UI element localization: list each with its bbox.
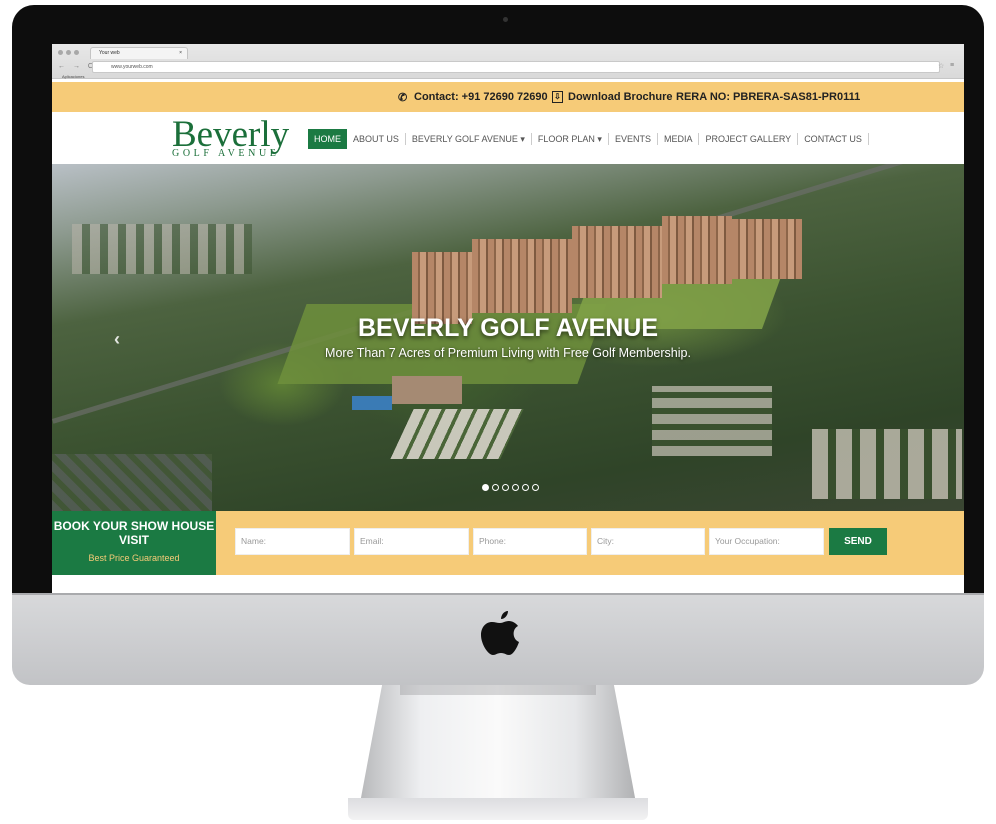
slider-dot[interactable] <box>532 484 539 491</box>
browser-tab[interactable]: Your web × <box>90 47 188 59</box>
tower-block <box>732 219 802 279</box>
rera-number: RERA NO: PBRERA-SAS81-PR0111 <box>676 91 861 103</box>
villas <box>390 409 524 459</box>
phone-field[interactable]: Phone: <box>473 528 587 555</box>
road-junction <box>52 454 212 511</box>
tower-block <box>472 239 572 313</box>
contact-topbar: ✆ Contact: +91 72690 72690 ⇩ Download Br… <box>52 82 964 112</box>
pool <box>352 396 392 410</box>
chin-edge <box>12 593 984 595</box>
neighborhood-houses <box>652 386 772 456</box>
url-text: www.yourweb.com <box>111 64 153 70</box>
nav-contact-us[interactable]: CONTACT US <box>798 133 869 145</box>
window-minimize-dot[interactable] <box>66 50 71 55</box>
background-houses <box>72 224 252 274</box>
tower-block <box>572 226 662 298</box>
nav-home[interactable]: HOME <box>308 129 347 149</box>
slider-dot[interactable] <box>502 484 509 491</box>
nav-project-gallery[interactable]: PROJECT GALLERY <box>699 133 799 145</box>
slider-dot[interactable] <box>482 484 489 491</box>
book-visit-title: BOOK YOUR SHOW HOUSE VISIT <box>53 519 215 547</box>
send-button[interactable]: SEND <box>829 528 887 555</box>
name-field[interactable]: Name: <box>235 528 350 555</box>
page-content-start <box>52 575 964 593</box>
imac-stand-base <box>348 798 648 820</box>
browser-menu-icon[interactable]: ≡ <box>950 62 954 69</box>
address-bar[interactable]: www.yourweb.com <box>92 61 940 73</box>
camera-dot <box>503 17 508 22</box>
contact-phone[interactable]: Contact: +91 72690 72690 <box>414 91 548 103</box>
slider-dot[interactable] <box>492 484 499 491</box>
logo-subtitle: GOLF AVENUE <box>172 148 280 159</box>
bookmark-star-icon[interactable]: ☆ <box>938 62 944 70</box>
hero-slider: BEVERLY GOLF AVENUE More Than 7 Acres of… <box>52 164 964 511</box>
window-close-dot[interactable] <box>58 50 63 55</box>
nav-floor-plan[interactable]: FLOOR PLAN ▾ <box>532 133 609 145</box>
hero-subtitle: More Than 7 Acres of Premium Living with… <box>325 346 691 360</box>
browser-nav-buttons[interactable]: ← → C <box>58 63 96 70</box>
best-price-tagline: Best Price Guaranteed <box>88 553 180 563</box>
apple-logo-icon <box>481 611 519 655</box>
download-brochure-link[interactable]: Download Brochure <box>568 91 673 103</box>
nav-events[interactable]: EVENTS <box>609 133 658 145</box>
window-maximize-dot[interactable] <box>74 50 79 55</box>
book-visit-box: BOOK YOUR SHOW HOUSE VISIT Best Price Gu… <box>52 511 216 575</box>
slider-dot[interactable] <box>512 484 519 491</box>
slider-dot[interactable] <box>522 484 529 491</box>
clubhouse <box>392 376 462 404</box>
hero-title: BEVERLY GOLF AVENUE <box>357 314 659 342</box>
bookmarks-bar: Aplicaciones <box>52 73 964 81</box>
tab-title: Your web <box>99 50 120 56</box>
slider-dots <box>482 484 539 491</box>
neighborhood-houses <box>812 429 962 499</box>
occupation-field[interactable]: Your Occupation: <box>709 528 824 555</box>
nav-beverly-golf-avenue[interactable]: BEVERLY GOLF AVENUE ▾ <box>406 133 532 145</box>
tab-close-icon[interactable]: × <box>179 50 182 56</box>
screen: Your web × ← → C www.yourweb.com ☆ ≡ Apl… <box>52 44 964 593</box>
imac-stand <box>360 685 636 803</box>
tower-block <box>662 216 732 284</box>
email-field[interactable]: Email: <box>354 528 469 555</box>
city-field[interactable]: City: <box>591 528 705 555</box>
download-icon: ⇩ <box>552 91 563 103</box>
main-nav: HOME ABOUT US BEVERLY GOLF AVENUE ▾ FLOO… <box>308 129 869 149</box>
nav-media[interactable]: MEDIA <box>658 133 700 145</box>
phone-icon: ✆ <box>398 92 408 104</box>
nav-about-us[interactable]: ABOUT US <box>347 133 406 145</box>
bookmark-apps[interactable]: Aplicaciones <box>62 74 84 79</box>
stand-shadow <box>400 685 596 695</box>
chevron-left-icon[interactable]: ‹ <box>114 329 120 350</box>
